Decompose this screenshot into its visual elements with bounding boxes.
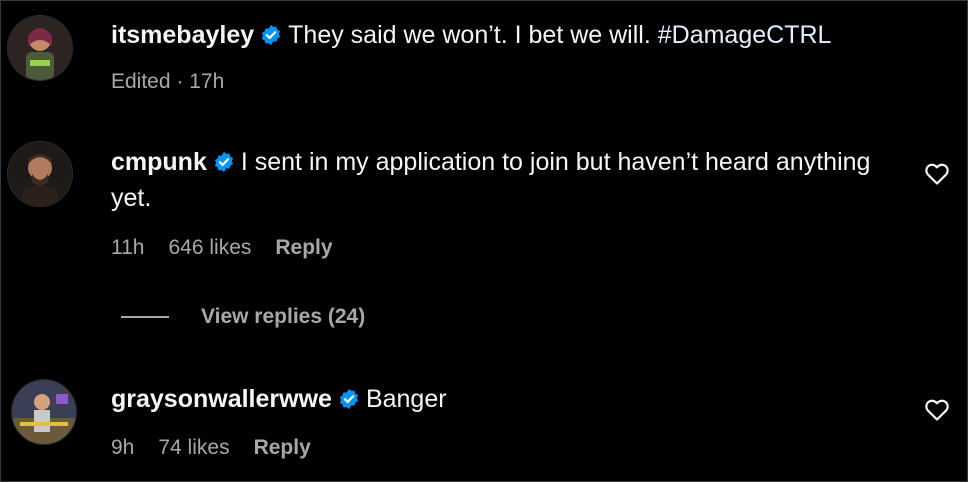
comment-meta: 9h 74 likes Reply [111,436,335,460]
comments-panel: itsmebayley They said we won’t. I bet we … [0,0,968,482]
comment-time: 11h [111,236,145,259]
heart-outline-icon[interactable] [924,398,950,422]
comment-time: 9h [111,436,135,459]
comment-meta: 11h 646 likes Reply [111,236,357,260]
reply-button[interactable]: Reply [254,436,311,459]
comment-text: Banger [365,385,447,413]
verified-badge-icon [260,24,282,46]
heart-outline-icon[interactable] [924,162,950,186]
avatar-graysonwallerwwe[interactable] [11,379,77,445]
comment-meta: Edited · 17h [111,70,248,94]
comment-text-row: itsmebayley They said we won’t. I bet we … [111,17,831,53]
username[interactable]: cmpunk [111,148,207,176]
username[interactable]: graysonwallerwwe [111,385,332,413]
hashtag-link[interactable]: #DamageCTRL [658,21,832,49]
comment-text: They said we won’t. I bet we will. [288,21,651,49]
replies-divider [121,316,169,318]
view-replies-button[interactable]: View replies (24) [121,305,365,329]
comment-text-row: cmpunk I sent in my application to join b… [111,144,871,216]
avatar-cmpunk[interactable] [7,141,73,207]
comment-text-row: graysonwallerwwe Banger [111,381,447,417]
like-count[interactable]: 646 likes [168,236,251,259]
reply-button[interactable]: Reply [275,236,332,259]
avatar-itsmebayley[interactable] [7,15,73,81]
username[interactable]: itsmebayley [111,21,254,49]
view-replies-label: View replies (24) [201,305,366,328]
edited-timestamp: Edited · 17h [111,70,225,93]
verified-badge-icon [213,151,235,173]
like-count[interactable]: 74 likes [158,436,229,459]
verified-badge-icon [338,388,360,410]
